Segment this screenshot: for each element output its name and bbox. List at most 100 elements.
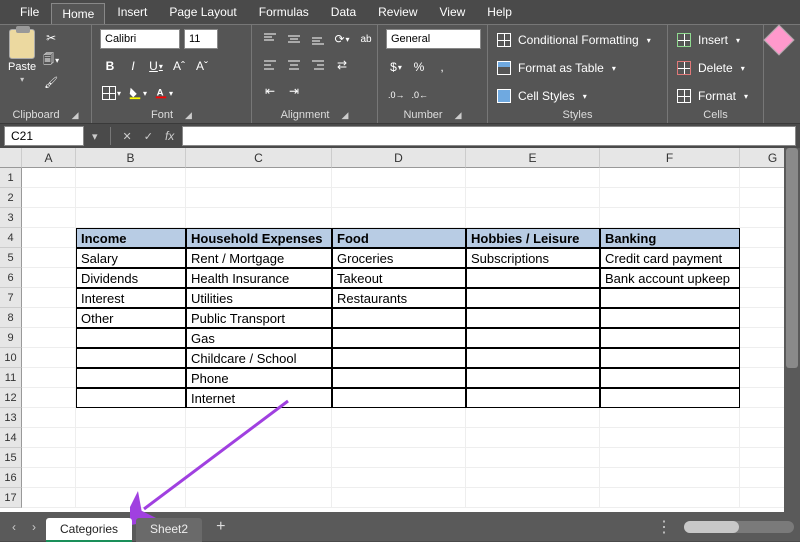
- row-header-6[interactable]: 6: [0, 268, 22, 288]
- col-header-G[interactable]: G: [740, 148, 784, 168]
- cell-D1[interactable]: [332, 168, 466, 188]
- cell-G1[interactable]: [740, 168, 784, 188]
- row-header-15[interactable]: 15: [0, 448, 22, 468]
- menu-tab-data[interactable]: Data: [321, 2, 366, 22]
- cell-C12[interactable]: Internet: [186, 388, 332, 408]
- cell-E17[interactable]: [466, 488, 600, 508]
- dialog-launcher-icon[interactable]: ◢: [72, 110, 79, 121]
- italic-button[interactable]: I: [123, 56, 143, 76]
- cell-B8[interactable]: Other: [76, 308, 186, 328]
- cell-A8[interactable]: [22, 308, 76, 328]
- col-header-B[interactable]: B: [76, 148, 186, 168]
- row-header-13[interactable]: 13: [0, 408, 22, 428]
- cell-C9[interactable]: Gas: [186, 328, 332, 348]
- cell-G12[interactable]: [740, 388, 784, 408]
- cell-F17[interactable]: [600, 488, 740, 508]
- cell-F7[interactable]: [600, 288, 740, 308]
- cell-G5[interactable]: [740, 248, 784, 268]
- font-size-select[interactable]: [184, 29, 218, 49]
- row-header-14[interactable]: 14: [0, 428, 22, 448]
- cell-F4[interactable]: Banking: [600, 228, 740, 248]
- delete-cells-button[interactable]: Delete▾: [676, 57, 745, 79]
- eraser-icon[interactable]: [763, 24, 794, 55]
- cell-A11[interactable]: [22, 368, 76, 388]
- cell-G6[interactable]: [740, 268, 784, 288]
- row-header-10[interactable]: 10: [0, 348, 22, 368]
- cell-F8[interactable]: [600, 308, 740, 328]
- cell-B4[interactable]: Income: [76, 228, 186, 248]
- col-header-D[interactable]: D: [332, 148, 466, 168]
- cell-C7[interactable]: Utilities: [186, 288, 332, 308]
- decrease-indent-button[interactable]: ⇤: [260, 81, 280, 101]
- cell-G2[interactable]: [740, 188, 784, 208]
- cell-F16[interactable]: [600, 468, 740, 488]
- vertical-scrollbar[interactable]: [784, 148, 800, 512]
- cell-D9[interactable]: [332, 328, 466, 348]
- align-left-button[interactable]: [260, 55, 280, 75]
- cell-A16[interactable]: [22, 468, 76, 488]
- cell-G8[interactable]: [740, 308, 784, 328]
- col-header-A[interactable]: A: [22, 148, 76, 168]
- cell-B5[interactable]: Salary: [76, 248, 186, 268]
- col-header-F[interactable]: F: [600, 148, 740, 168]
- cell-A15[interactable]: [22, 448, 76, 468]
- cell-G15[interactable]: [740, 448, 784, 468]
- cell-A13[interactable]: [22, 408, 76, 428]
- cell-D10[interactable]: [332, 348, 466, 368]
- increase-decimal-button[interactable]: .0→: [386, 85, 407, 105]
- cell-B1[interactable]: [76, 168, 186, 188]
- cell-styles-button[interactable]: Cell Styles▾: [496, 85, 587, 107]
- align-middle-button[interactable]: [284, 29, 304, 49]
- cell-E4[interactable]: Hobbies / Leisure: [466, 228, 600, 248]
- cell-A9[interactable]: [22, 328, 76, 348]
- number-format-select[interactable]: [386, 29, 481, 49]
- menu-tab-formulas[interactable]: Formulas: [249, 2, 319, 22]
- cell-E3[interactable]: [466, 208, 600, 228]
- horizontal-scrollbar[interactable]: [684, 521, 794, 533]
- cell-E15[interactable]: [466, 448, 600, 468]
- cell-E2[interactable]: [466, 188, 600, 208]
- cell-F6[interactable]: Bank account upkeep: [600, 268, 740, 288]
- menu-tab-file[interactable]: File: [10, 2, 49, 22]
- cell-grid[interactable]: IncomeHousehold ExpensesFoodHobbies / Le…: [22, 168, 784, 508]
- cell-B11[interactable]: [76, 368, 186, 388]
- cell-F11[interactable]: [600, 368, 740, 388]
- underline-button[interactable]: U▾: [146, 56, 166, 76]
- wrap-text-button[interactable]: ab: [356, 29, 376, 49]
- cell-F12[interactable]: [600, 388, 740, 408]
- cell-D6[interactable]: Takeout: [332, 268, 466, 288]
- cell-A2[interactable]: [22, 188, 76, 208]
- decrease-decimal-button[interactable]: .0←: [410, 85, 431, 105]
- tab-nav-prev[interactable]: ‹: [6, 520, 22, 534]
- namebox-dropdown-icon[interactable]: ▾: [88, 130, 102, 143]
- cell-E9[interactable]: [466, 328, 600, 348]
- cell-A7[interactable]: [22, 288, 76, 308]
- menu-tab-page-layout[interactable]: Page Layout: [159, 2, 246, 22]
- cell-C1[interactable]: [186, 168, 332, 188]
- paste-button[interactable]: Paste ▾: [8, 29, 36, 84]
- col-header-E[interactable]: E: [466, 148, 600, 168]
- cell-E1[interactable]: [466, 168, 600, 188]
- cell-E5[interactable]: Subscriptions: [466, 248, 600, 268]
- name-box[interactable]: [4, 126, 84, 146]
- cell-G14[interactable]: [740, 428, 784, 448]
- font-color-button[interactable]: A▾: [152, 83, 175, 103]
- worksheet[interactable]: ABCDEFG 1234567891011121314151617 Income…: [0, 148, 784, 512]
- cell-C8[interactable]: Public Transport: [186, 308, 332, 328]
- cell-C17[interactable]: [186, 488, 332, 508]
- scroll-thumb[interactable]: [786, 148, 798, 368]
- fill-color-button[interactable]: ▾: [126, 83, 149, 103]
- cell-G13[interactable]: [740, 408, 784, 428]
- cell-A1[interactable]: [22, 168, 76, 188]
- bold-button[interactable]: B: [100, 56, 120, 76]
- cell-B3[interactable]: [76, 208, 186, 228]
- cell-B16[interactable]: [76, 468, 186, 488]
- cell-G10[interactable]: [740, 348, 784, 368]
- row-header-16[interactable]: 16: [0, 468, 22, 488]
- dialog-launcher-icon[interactable]: ◢: [455, 110, 462, 121]
- cell-F3[interactable]: [600, 208, 740, 228]
- menu-tab-view[interactable]: View: [430, 2, 476, 22]
- cell-E13[interactable]: [466, 408, 600, 428]
- cell-B9[interactable]: [76, 328, 186, 348]
- fx-icon[interactable]: fx: [161, 129, 178, 143]
